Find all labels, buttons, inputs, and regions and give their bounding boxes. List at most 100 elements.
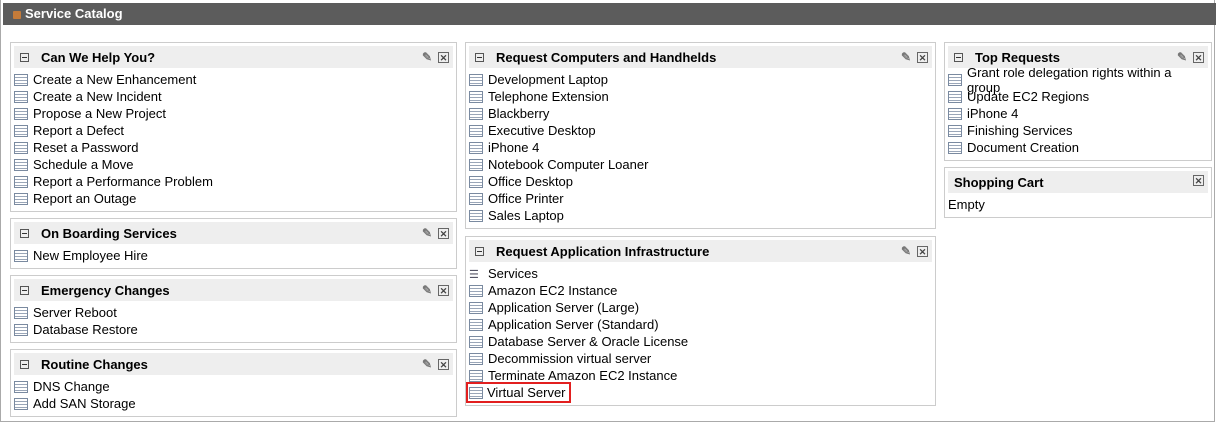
catalog-item-label[interactable]: Virtual Server [466, 382, 571, 403]
catalog-item-label[interactable]: Database Restore [33, 322, 138, 337]
catalog-item-blackberry[interactable]: Blackberry [469, 105, 932, 122]
catalog-item-label[interactable]: Office Printer [488, 191, 564, 206]
catalog-item-create-a-new-incident[interactable]: Create a New Incident [14, 88, 453, 105]
collapse-icon[interactable] [475, 246, 484, 256]
close-icon[interactable]: ✕ [1193, 175, 1204, 186]
close-icon[interactable]: ✕ [438, 51, 449, 63]
catalog-item-label[interactable]: iPhone 4 [967, 106, 1018, 121]
catalog-item-schedule-a-move[interactable]: Schedule a Move [14, 156, 453, 173]
panel-header: Can We Help You? ✎ ✕ [14, 46, 453, 68]
catalog-item-executive-desktop[interactable]: Executive Desktop [469, 122, 932, 139]
close-icon[interactable]: ✕ [438, 358, 449, 370]
catalog-item-telephone-extension[interactable]: Telephone Extension [469, 88, 932, 105]
catalog-item-new-employee-hire[interactable]: New Employee Hire [14, 247, 453, 264]
catalog-item-label[interactable]: Terminate Amazon EC2 Instance [488, 368, 677, 383]
edit-pencil-icon[interactable]: ✎ [901, 50, 911, 64]
catalog-item-terminate-amazon-ec2-instance[interactable]: Terminate Amazon EC2 Instance [469, 367, 932, 384]
catalog-item-label[interactable]: Propose a New Project [33, 106, 166, 121]
category-list-icon: ☰ [469, 268, 479, 281]
catalog-item-notebook-computer-loaner[interactable]: Notebook Computer Loaner [469, 156, 932, 173]
catalog-item-label[interactable]: Schedule a Move [33, 157, 133, 172]
catalog-item-label[interactable]: Application Server (Large) [488, 300, 639, 315]
collapse-icon[interactable] [20, 52, 29, 62]
catalog-item-sales-laptop[interactable]: Sales Laptop [469, 207, 932, 224]
cart-status: Empty [948, 197, 985, 212]
catalog-item-label[interactable]: Reset a Password [33, 140, 139, 155]
catalog-item-label[interactable]: Update EC2 Regions [967, 89, 1089, 104]
catalog-item-iphone-4[interactable]: iPhone 4 [469, 139, 932, 156]
catalog-item-create-a-new-enhancement[interactable]: Create a New Enhancement [14, 71, 453, 88]
edit-pencil-icon[interactable]: ✎ [1177, 50, 1187, 64]
catalog-item-label[interactable]: Telephone Extension [488, 89, 609, 104]
catalog-item-propose-a-new-project[interactable]: Propose a New Project [14, 105, 453, 122]
catalog-item-label[interactable]: Document Creation [967, 140, 1079, 155]
catalog-item-label[interactable]: Amazon EC2 Instance [488, 283, 617, 298]
catalog-item-add-san-storage[interactable]: Add SAN Storage [14, 395, 453, 412]
catalog-item-label[interactable]: Server Reboot [33, 305, 117, 320]
edit-pencil-icon[interactable]: ✎ [422, 50, 432, 64]
catalog-item-server-reboot[interactable]: Server Reboot [14, 304, 453, 321]
close-icon[interactable]: ✕ [438, 284, 449, 296]
catalog-item-icon [469, 73, 483, 86]
catalog-item-services[interactable]: ☰ Services [469, 265, 932, 282]
catalog-item-report-a-performance-problem[interactable]: Report a Performance Problem [14, 173, 453, 190]
catalog-item-label[interactable]: iPhone 4 [488, 140, 539, 155]
collapse-icon[interactable] [954, 52, 963, 62]
panel-title: Can We Help You? [41, 49, 156, 65]
catalog-item-label[interactable]: Finishing Services [967, 123, 1073, 138]
catalog-item-icon [14, 397, 28, 410]
catalog-item-decommission-virtual-server[interactable]: Decommission virtual server [469, 350, 932, 367]
catalog-item-virtual-server[interactable]: Virtual Server [466, 382, 932, 403]
close-icon[interactable]: ✕ [1193, 51, 1204, 63]
close-icon[interactable]: ✕ [917, 51, 928, 63]
catalog-item-reset-a-password[interactable]: Reset a Password [14, 139, 453, 156]
collapse-icon[interactable] [20, 285, 29, 295]
edit-pencil-icon[interactable]: ✎ [422, 357, 432, 371]
edit-pencil-icon[interactable]: ✎ [422, 226, 432, 240]
edit-pencil-icon[interactable]: ✎ [422, 283, 432, 297]
catalog-item-iphone-4[interactable]: iPhone 4 [948, 105, 1208, 122]
collapse-icon[interactable] [20, 228, 29, 238]
close-icon[interactable]: ✕ [917, 245, 928, 257]
catalog-item-label[interactable]: New Employee Hire [33, 248, 148, 263]
catalog-item-label[interactable]: Create a New Enhancement [33, 72, 196, 87]
catalog-item-amazon-ec2-instance[interactable]: Amazon EC2 Instance [469, 282, 932, 299]
catalog-item-label[interactable]: DNS Change [33, 379, 110, 394]
catalog-item-database-server-oracle-license[interactable]: Database Server & Oracle License [469, 333, 932, 350]
catalog-item-database-restore[interactable]: Database Restore [14, 321, 453, 338]
catalog-item-label[interactable]: Development Laptop [488, 72, 608, 87]
catalog-item-label[interactable]: Sales Laptop [488, 208, 564, 223]
catalog-item-icon [469, 90, 483, 103]
catalog-item-report-a-defect[interactable]: Report a Defect [14, 122, 453, 139]
edit-pencil-icon[interactable]: ✎ [901, 244, 911, 258]
catalog-item-label[interactable]: Create a New Incident [33, 89, 162, 104]
catalog-item-label[interactable]: Add SAN Storage [33, 396, 136, 411]
catalog-item-label[interactable]: Report a Defect [33, 123, 124, 138]
catalog-item-document-creation[interactable]: Document Creation [948, 139, 1208, 156]
catalog-item-label[interactable]: Decommission virtual server [488, 351, 651, 366]
catalog-item-label[interactable]: Database Server & Oracle License [488, 334, 688, 349]
catalog-item-label[interactable]: Executive Desktop [488, 123, 596, 138]
catalog-item-development-laptop[interactable]: Development Laptop [469, 71, 932, 88]
catalog-item-office-printer[interactable]: Office Printer [469, 190, 932, 207]
catalog-item-label[interactable]: Office Desktop [488, 174, 573, 189]
catalog-item-icon [469, 284, 483, 297]
catalog-item-label[interactable]: Application Server (Standard) [488, 317, 659, 332]
close-icon[interactable]: ✕ [438, 227, 449, 239]
catalog-item-office-desktop[interactable]: Office Desktop [469, 173, 932, 190]
catalog-item-dns-change[interactable]: DNS Change [14, 378, 453, 395]
collapse-icon[interactable] [20, 359, 29, 369]
catalog-item-application-server-large[interactable]: Application Server (Large) [469, 299, 932, 316]
catalog-item-icon [14, 249, 28, 262]
catalog-item-label[interactable]: Notebook Computer Loaner [488, 157, 648, 172]
catalog-item-icon [14, 124, 28, 137]
catalog-item-label[interactable]: Report an Outage [33, 191, 136, 206]
catalog-item-grant-role-delegation-rights-within-a-group[interactable]: Grant role delegation rights within a gr… [948, 65, 1208, 95]
catalog-item-finishing-services[interactable]: Finishing Services [948, 122, 1208, 139]
catalog-item-label[interactable]: Services [488, 266, 538, 281]
catalog-item-label[interactable]: Blackberry [488, 106, 549, 121]
catalog-item-report-an-outage[interactable]: Report an Outage [14, 190, 453, 207]
catalog-item-label[interactable]: Report a Performance Problem [33, 174, 213, 189]
collapse-icon[interactable] [475, 52, 484, 62]
catalog-item-application-server-standard[interactable]: Application Server (Standard) [469, 316, 932, 333]
